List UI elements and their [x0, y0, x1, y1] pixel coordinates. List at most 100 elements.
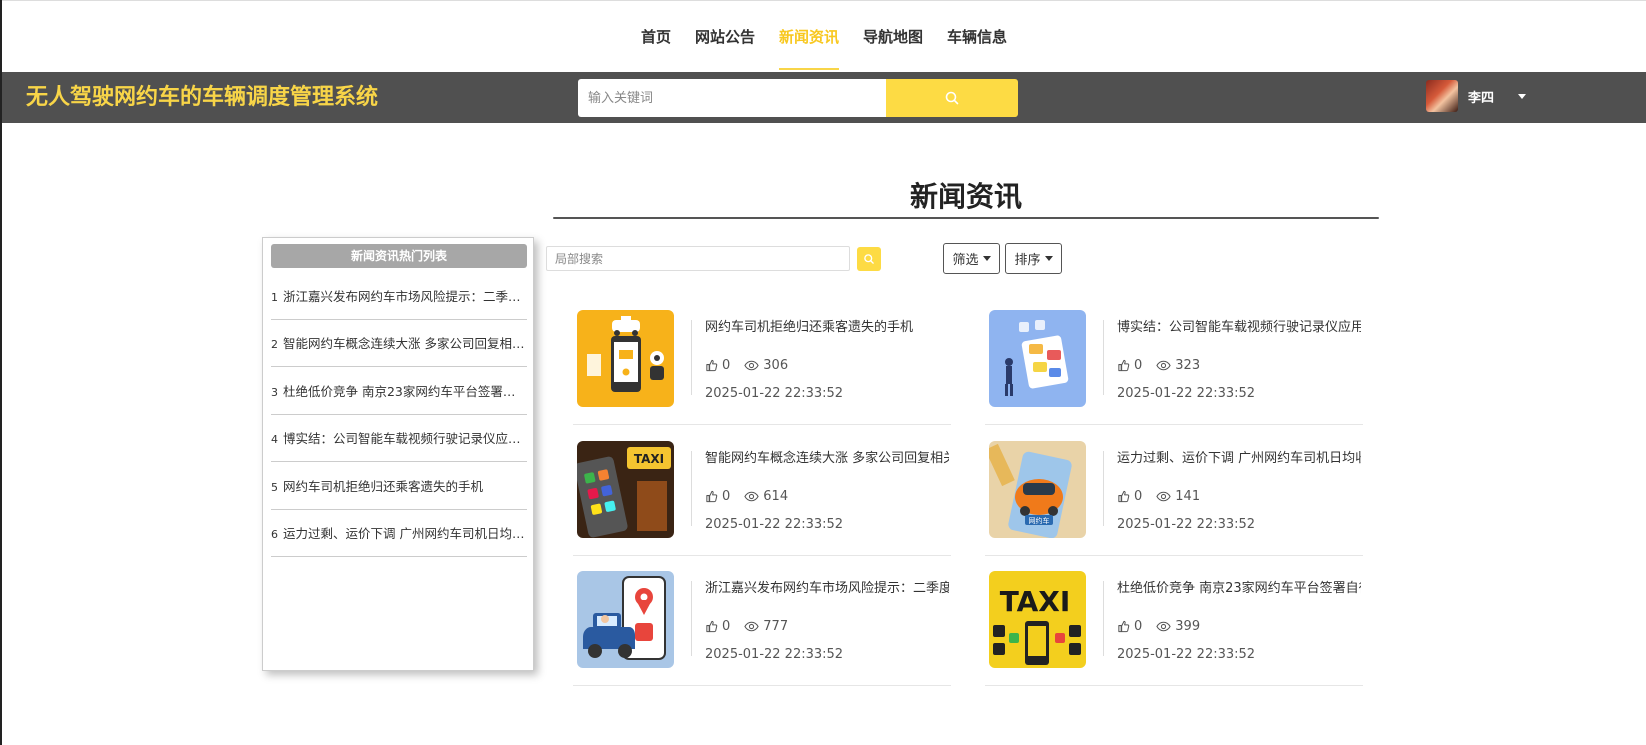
news-stats: 0 614	[705, 489, 802, 504]
like-count-value: 0	[722, 358, 731, 373]
top-nav-links: 首页 网站公告 新闻资讯 导航地图 车辆信息	[2, 1, 1646, 73]
news-card[interactable]: TAXI 杜绝低价竞争 南京23家网约车平台签署自律公约 0 399 2025-…	[985, 561, 1363, 686]
like-count-value: 0	[1134, 619, 1143, 634]
hot-news-item[interactable]: 6 运力过剩、运价下调 广州网约车司机日均收入	[271, 510, 527, 557]
global-search-input[interactable]	[578, 79, 886, 117]
chevron-down-icon	[1518, 93, 1527, 99]
search-icon	[864, 254, 874, 264]
eye-icon	[744, 491, 759, 502]
thumbs-up-icon	[706, 359, 718, 372]
card-divider	[1103, 451, 1104, 526]
news-title: 博实结：公司智能车载视频行驶记录仪应用	[1117, 320, 1361, 335]
view-count-value: 141	[1175, 489, 1201, 504]
nav-item-home[interactable]: 首页	[641, 1, 671, 73]
view-count-value: 777	[763, 619, 789, 634]
news-card[interactable]: 博实结：公司智能车载视频行驶记录仪应用 0 323 2025-01-22 22:…	[985, 300, 1363, 425]
view-count: 141	[1156, 489, 1200, 504]
news-date: 2025-01-22 22:33:52	[1117, 647, 1256, 662]
eye-icon	[744, 360, 759, 371]
site-brand-title: 无人驾驶网约车的车辆调度管理系统	[26, 85, 379, 110]
news-stats: 0 141	[1117, 489, 1214, 504]
nav-item-vehicles[interactable]: 车辆信息	[947, 1, 1007, 73]
hot-news-item-title: 智能网约车概念连续大涨 多家公司回复相关业务	[283, 336, 527, 352]
news-card[interactable]: TAXI 智能网约车概念连续大涨 多家公司回复相关业务 0 614 2025-0…	[573, 431, 951, 556]
global-search	[578, 79, 1018, 117]
view-count-value: 306	[763, 358, 789, 373]
card-divider	[691, 451, 692, 526]
local-search-button[interactable]	[857, 247, 881, 271]
title-underline	[553, 217, 1379, 219]
news-date: 2025-01-22 22:33:52	[1117, 517, 1256, 532]
user-menu[interactable]: 李四	[1426, 77, 1527, 115]
hot-news-list: 1 浙江嘉兴发布网约车市场风险提示：二季度网约车 2 智能网约车概念连续大涨 多…	[271, 272, 527, 557]
local-search-input[interactable]	[546, 246, 850, 271]
filter-dropdown[interactable]: 筛选	[943, 243, 1000, 274]
like-count[interactable]: 0	[705, 619, 730, 634]
global-search-button[interactable]	[886, 79, 1018, 117]
card-divider	[691, 320, 692, 395]
nav-item-map[interactable]: 导航地图	[863, 1, 923, 73]
news-thumbnail: TAXI	[989, 571, 1086, 668]
news-title: 浙江嘉兴发布网约车市场风险提示：二季度网约车	[705, 581, 949, 596]
top-nav: 首页 网站公告 新闻资讯 导航地图 车辆信息	[2, 0, 1646, 72]
hot-news-item[interactable]: 2 智能网约车概念连续大涨 多家公司回复相关业务	[271, 320, 527, 367]
like-count[interactable]: 0	[705, 358, 730, 373]
avatar	[1426, 80, 1458, 112]
hot-news-title: 新闻资讯热门列表	[271, 244, 527, 268]
news-thumbnail	[577, 310, 674, 407]
nav-item-announcements[interactable]: 网站公告	[695, 1, 755, 73]
news-date: 2025-01-22 22:33:52	[705, 647, 844, 662]
like-count[interactable]: 0	[1117, 619, 1142, 634]
card-divider	[691, 581, 692, 656]
like-count-value: 0	[722, 489, 731, 504]
eye-icon	[744, 621, 759, 632]
svg-text:网约车: 网约车	[1029, 516, 1050, 525]
news-title: 智能网约车概念连续大涨 多家公司回复相关业务	[705, 451, 949, 466]
card-divider	[1103, 581, 1104, 656]
view-count: 777	[744, 619, 788, 634]
news-title: 运力过剩、运价下调 广州网约车司机日均收入	[1117, 451, 1361, 466]
hot-news-item-title: 网约车司机拒绝归还乘客遗失的手机	[283, 478, 484, 494]
search-icon	[945, 91, 959, 105]
news-date: 2025-01-22 22:33:52	[705, 517, 844, 532]
nav-item-news[interactable]: 新闻资讯	[778, 1, 840, 73]
hot-news-rank: 2	[271, 338, 278, 352]
caret-down-icon	[1044, 256, 1053, 261]
card-divider	[1103, 320, 1104, 395]
hot-news-item-title: 运力过剩、运价下调 广州网约车司机日均收入	[283, 526, 527, 542]
like-count[interactable]: 0	[1117, 358, 1142, 373]
sort-dropdown[interactable]: 排序	[1005, 243, 1062, 274]
hot-news-item-title: 浙江嘉兴发布网约车市场风险提示：二季度网约车	[283, 288, 527, 304]
like-count-value: 0	[1134, 489, 1143, 504]
svg-text:TAXI: TAXI	[1000, 585, 1071, 618]
eye-icon	[1156, 360, 1171, 371]
hot-news-rank: 1	[271, 290, 278, 304]
view-count: 399	[1156, 619, 1200, 634]
news-thumbnail	[989, 310, 1086, 407]
hot-news-item[interactable]: 3 杜绝低价竞争 南京23家网约车平台签署自律公约	[271, 367, 527, 415]
hot-news-item[interactable]: 5 网约车司机拒绝归还乘客遗失的手机	[271, 462, 527, 510]
news-card[interactable]: 网约车 运力过剩、运价下调 广州网约车司机日均收入 0 141 2025-01-…	[985, 431, 1363, 556]
news-thumbnail: 网约车	[989, 441, 1086, 538]
news-title: 杜绝低价竞争 南京23家网约车平台签署自律公约	[1117, 581, 1361, 596]
svg-text:TAXI: TAXI	[634, 452, 664, 466]
hot-news-item[interactable]: 1 浙江嘉兴发布网约车市场风险提示：二季度网约车	[271, 272, 527, 320]
thumbs-up-icon	[706, 490, 718, 503]
thumbs-up-icon	[1118, 490, 1130, 503]
view-count: 323	[1156, 358, 1200, 373]
news-card[interactable]: 浙江嘉兴发布网约车市场风险提示：二季度网约车 0 777 2025-01-22 …	[573, 561, 951, 686]
like-count[interactable]: 0	[705, 489, 730, 504]
hot-news-item[interactable]: 4 博实结：公司智能车载视频行驶记录仪应用于网约车	[271, 415, 527, 462]
view-count-value: 399	[1175, 619, 1201, 634]
news-card[interactable]: 网约车司机拒绝归还乘客遗失的手机 0 306 2025-01-22 22:33:…	[573, 300, 951, 425]
eye-icon	[1156, 491, 1171, 502]
hot-news-panel: 新闻资讯热门列表 1 浙江嘉兴发布网约车市场风险提示：二季度网约车 2 智能网约…	[262, 237, 534, 671]
like-count[interactable]: 0	[1117, 489, 1142, 504]
news-title: 网约车司机拒绝归还乘客遗失的手机	[705, 320, 914, 335]
news-stats: 0 323	[1117, 358, 1214, 373]
thumbs-up-icon	[1118, 359, 1130, 372]
view-count: 614	[744, 489, 788, 504]
filter-label: 筛选	[952, 253, 979, 268]
hot-news-rank: 6	[271, 528, 278, 542]
caret-down-icon	[982, 256, 991, 261]
